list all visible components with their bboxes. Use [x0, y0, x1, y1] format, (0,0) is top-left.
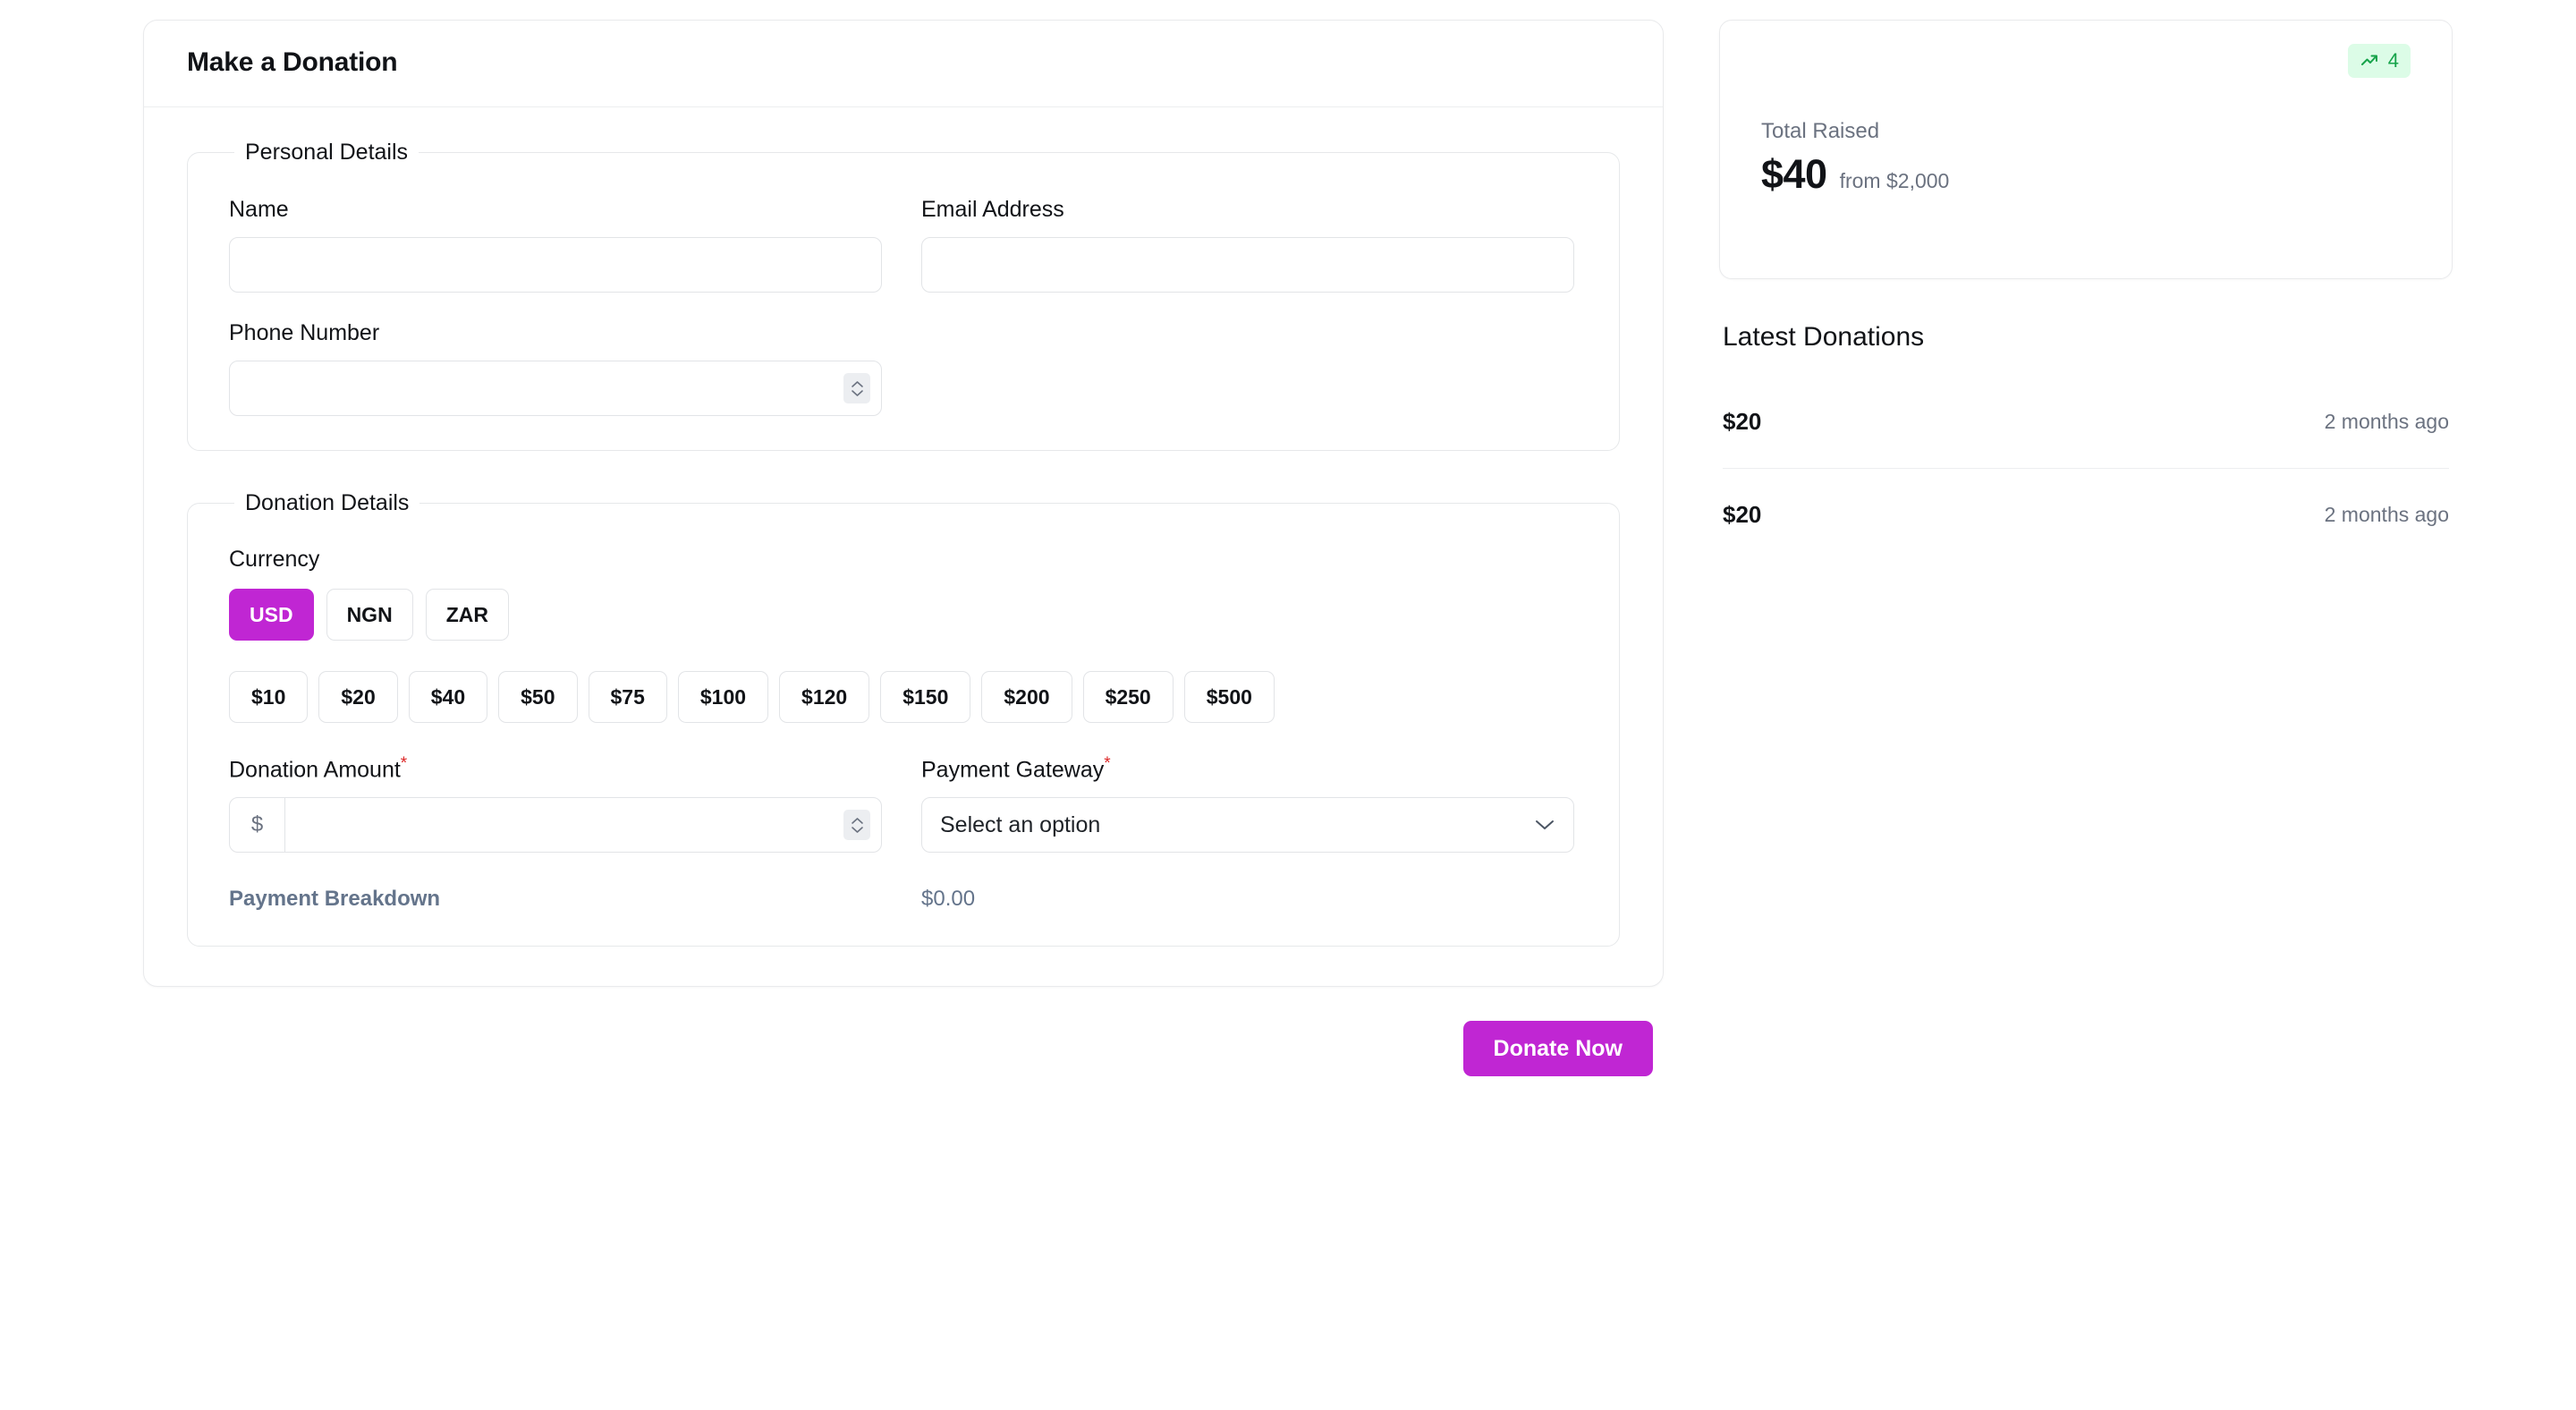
phone-label: Phone Number	[229, 320, 380, 345]
form-actions: Donate Now	[143, 987, 1664, 1077]
preset-amount-button[interactable]: $20	[318, 671, 398, 723]
personal-details-fieldset: Personal Details Name Email Address Phon…	[187, 140, 1620, 451]
donate-now-button[interactable]: Donate Now	[1462, 1021, 1653, 1077]
required-asterisk: *	[400, 754, 408, 773]
payment-gateway-group: Payment Gateway* Select an option	[921, 755, 1574, 854]
donation-amount-label-text: Donation Amount	[229, 757, 401, 783]
donation-amount: $20	[1723, 408, 1762, 435]
stat-badge-row: 4	[1761, 44, 2411, 78]
total-raised-card: 4 Total Raised $40 from $2,000	[1719, 20, 2453, 279]
preset-amount-button[interactable]: $150	[880, 671, 971, 723]
total-raised-value-row: $40 from $2,000	[1761, 151, 2411, 198]
latest-donations-title: Latest Donations	[1723, 322, 1925, 352]
name-field-group: Name	[229, 196, 882, 293]
total-raised-label: Total Raised	[1761, 119, 1880, 143]
phone-number-stepper[interactable]	[843, 373, 870, 403]
email-field[interactable]	[922, 238, 1573, 292]
latest-donations-list: $20 2 months ago $20 2 months ago	[1719, 395, 2453, 529]
personal-details-legend: Personal Details	[245, 140, 409, 165]
payment-gateway-selected-value: Select an option	[940, 811, 1101, 837]
sidebar: 4 Total Raised $40 from $2,000 Latest Do…	[1719, 20, 2453, 1410]
payment-breakdown-toggle[interactable]: Payment Breakdown	[229, 887, 882, 912]
preset-amount-button[interactable]: $10	[229, 671, 309, 723]
total-raised-goal: from $2,000	[1839, 169, 1950, 192]
list-item: $20 2 months ago	[1723, 395, 2449, 469]
badge-count: 4	[2387, 49, 2399, 72]
trending-up-icon	[2360, 55, 2377, 65]
email-input-wrapper[interactable]	[921, 237, 1574, 293]
phone-input[interactable]	[230, 361, 881, 415]
payment-gateway-label: Payment Gateway*	[921, 755, 1574, 783]
name-input-wrapper[interactable]	[229, 237, 882, 293]
phone-field-group: Phone Number	[229, 319, 882, 416]
currency-option-usd[interactable]: USD	[229, 589, 314, 641]
phone-input-wrapper[interactable]	[229, 361, 882, 416]
donation-amount-stepper[interactable]	[843, 810, 870, 841]
currency-symbol-prefix: $	[230, 798, 285, 853]
currency-selector: USD NGN ZAR	[229, 589, 1578, 641]
preset-amount-button[interactable]: $200	[981, 671, 1072, 723]
payment-gateway-select[interactable]: Select an option	[921, 797, 1574, 854]
donation-timestamp: 2 months ago	[2324, 503, 2449, 526]
chevron-down-icon	[1534, 819, 1555, 831]
donation-amount: $20	[1723, 501, 1762, 528]
preset-amount-button[interactable]: $120	[779, 671, 870, 723]
chevron-up-icon	[851, 818, 863, 824]
preset-amount-button[interactable]: $250	[1082, 671, 1174, 723]
email-field-group: Email Address	[921, 196, 1574, 293]
preset-amount-button[interactable]: $50	[498, 671, 578, 723]
required-asterisk: *	[1104, 754, 1111, 773]
donation-details-fieldset: Donation Details Currency USD NGN ZAR $1…	[187, 490, 1620, 947]
currency-label: Currency	[229, 547, 320, 572]
donation-amount-input-wrapper[interactable]: $	[229, 797, 882, 854]
preset-amount-button[interactable]: $100	[677, 671, 769, 723]
name-email-row: Name Email Address	[229, 196, 1578, 293]
email-label: Email Address	[921, 197, 1064, 222]
amount-gateway-row: Donation Amount* $ Payment Gateway* Sele…	[229, 755, 1578, 854]
chevron-down-icon	[851, 389, 863, 396]
preset-amount-button[interactable]: $40	[408, 671, 488, 723]
currency-option-ngn[interactable]: NGN	[326, 589, 413, 641]
status-badge: 4	[2347, 44, 2411, 78]
list-item: $20 2 months ago	[1723, 469, 2449, 529]
donation-form-column: Make a Donation Personal Details Name Em…	[143, 20, 1664, 1410]
donation-details-legend: Donation Details	[245, 490, 410, 515]
preset-amount-button[interactable]: $500	[1183, 671, 1275, 723]
preset-amount-button[interactable]: $75	[588, 671, 667, 723]
page-title: Make a Donation	[187, 47, 398, 77]
donation-timestamp: 2 months ago	[2324, 410, 2449, 433]
currency-option-zar[interactable]: ZAR	[425, 589, 509, 641]
chevron-up-icon	[851, 380, 863, 387]
preset-amount-selector: $10 $20 $40 $50 $75 $100 $120 $150 $200 …	[229, 671, 1578, 723]
donation-amount-input[interactable]	[285, 798, 881, 853]
payment-gateway-label-text: Payment Gateway	[921, 757, 1105, 783]
donation-amount-label: Donation Amount*	[229, 755, 882, 783]
name-input[interactable]	[230, 238, 881, 292]
chevron-down-icon	[851, 827, 863, 833]
payment-breakdown-row: Payment Breakdown $0.00	[229, 887, 1578, 912]
name-label: Name	[229, 197, 289, 222]
donation-page: Make a Donation Personal Details Name Em…	[0, 0, 2576, 1410]
total-raised-amount: $40	[1761, 151, 1827, 197]
card-header: Make a Donation	[144, 21, 1663, 107]
donation-amount-group: Donation Amount* $	[229, 755, 882, 854]
payment-breakdown-total: $0.00	[921, 887, 976, 912]
card-body: Personal Details Name Email Address Phon…	[144, 107, 1663, 986]
donation-form-card: Make a Donation Personal Details Name Em…	[143, 20, 1664, 988]
phone-row: Phone Number	[229, 319, 1578, 416]
